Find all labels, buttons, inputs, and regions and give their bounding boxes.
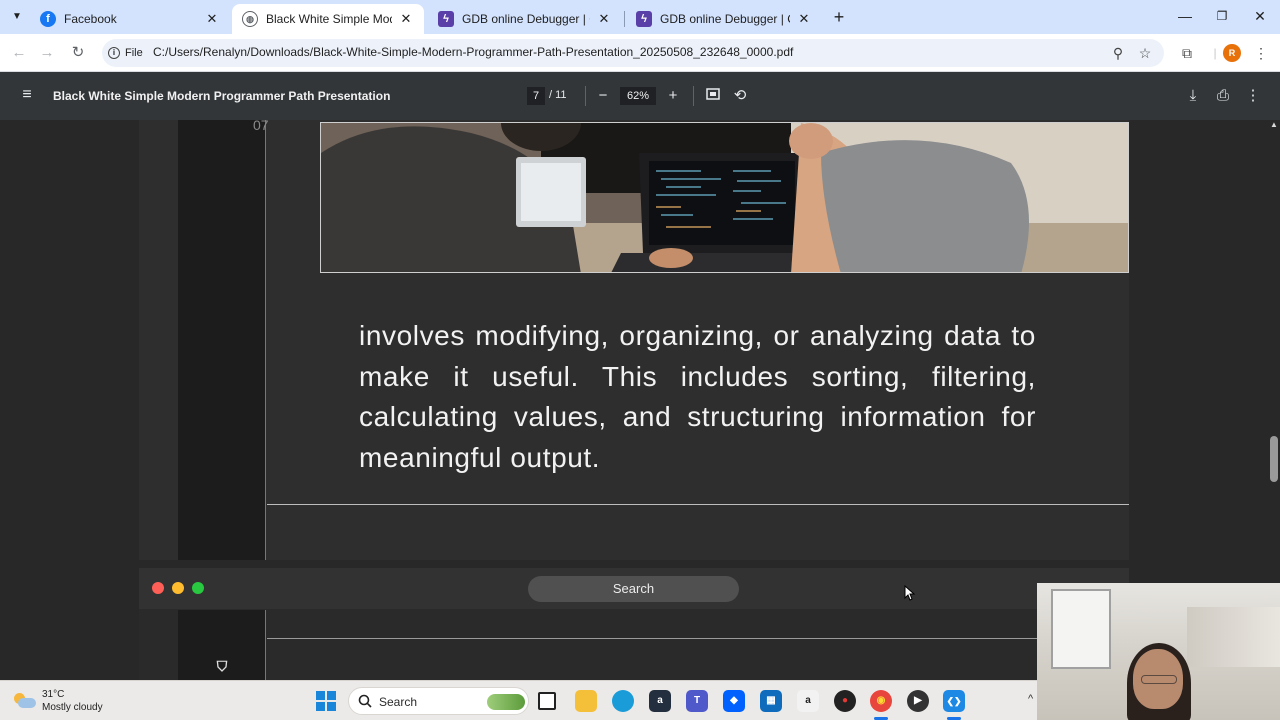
- pdf-toolbar: ≡ Black White Simple Modern Programmer P…: [0, 72, 1280, 120]
- maximize-dot-icon: [192, 582, 204, 594]
- print-icon[interactable]: ⎙: [1213, 86, 1233, 106]
- more-actions-icon[interactable]: ⋮: [1243, 86, 1263, 106]
- new-tab-button[interactable]: +: [830, 7, 848, 27]
- forward-arrow-icon[interactable]: →: [36, 42, 58, 64]
- page-total: / 11: [549, 89, 567, 101]
- close-dot-icon: [152, 582, 164, 594]
- minimize-dot-icon: [172, 582, 184, 594]
- slide-gutter: ⛉: [178, 610, 266, 680]
- windows-start-icon[interactable]: [316, 691, 336, 711]
- site-chip-label: File: [125, 47, 143, 59]
- search-highlight-illustration: [487, 694, 525, 710]
- scrollbar-thumb[interactable]: [1270, 436, 1278, 482]
- weather-condition: Mostly cloudy: [42, 702, 103, 713]
- page-number-input[interactable]: 7: [527, 87, 545, 105]
- task-view-icon[interactable]: [538, 692, 556, 710]
- game-app[interactable]: ●: [834, 690, 856, 712]
- tab-presentation[interactable]: ◍ Black White Simple Modern Pr ✕: [232, 4, 424, 34]
- slide-body-text: involves modifying, organizing, or analy…: [359, 320, 1036, 473]
- file-explorer-app[interactable]: [575, 690, 597, 712]
- site-info-chip[interactable]: i File: [108, 43, 143, 63]
- tab-title: Black White Simple Modern Pr: [266, 12, 392, 26]
- bookmark-star-icon[interactable]: ☆: [1135, 43, 1155, 63]
- store-app[interactable]: ▦: [760, 690, 782, 712]
- weather-temperature: 31°C: [42, 689, 65, 700]
- toolbar-divider: [585, 86, 586, 106]
- hamburger-menu-icon[interactable]: ≡: [18, 86, 36, 104]
- address-bar[interactable]: i File C:/Users/Renalyn/Downloads/Black-…: [102, 39, 1164, 67]
- zoom-magnifier-icon[interactable]: ⚲: [1108, 43, 1128, 63]
- reload-icon[interactable]: ↻: [67, 42, 89, 64]
- url-text[interactable]: C:/Users/Renalyn/Downloads/Black-White-S…: [153, 45, 793, 59]
- slide-page-7: 07 involves modifying, organizing, or an…: [139, 120, 1129, 560]
- chrome-app[interactable]: ◉: [870, 690, 892, 712]
- tray-overflow-chevron-icon[interactable]: ^: [1028, 693, 1033, 705]
- dropbox-app[interactable]: ◆: [723, 690, 745, 712]
- vscode-app[interactable]: ❮❯: [943, 690, 965, 712]
- slide-divider-line: [267, 504, 1129, 505]
- mac-window-bar: Search: [139, 568, 1129, 609]
- mouse-cursor-icon: [904, 585, 916, 601]
- profile-avatar[interactable]: R: [1223, 44, 1241, 62]
- slide-page-8: Search ⛉: [139, 568, 1129, 680]
- windows-taskbar: 31°C Mostly cloudy Search a T ◆ ▦ a ● ◉: [0, 680, 1037, 720]
- restore-icon[interactable]: ❐: [1207, 6, 1237, 26]
- close-icon[interactable]: ✕: [596, 11, 612, 27]
- tab-title: Facebook: [64, 12, 117, 26]
- partly-cloudy-icon: [14, 693, 36, 709]
- tab-gdb-1[interactable]: ϟ GDB online Debugger | Compil ✕: [428, 4, 622, 34]
- rotate-icon[interactable]: ⟲: [730, 86, 750, 106]
- tab-gdb-2[interactable]: ϟ GDB online Debugger | Compil ✕: [626, 4, 822, 34]
- amazon-shop-app[interactable]: a: [797, 690, 819, 712]
- gdb-bolt-icon: ϟ: [438, 11, 454, 27]
- browser-toolbar: ← → ↻ i File C:/Users/Renalyn/Downloads/…: [0, 34, 1280, 72]
- zoom-in-icon[interactable]: +: [663, 86, 683, 106]
- two-programmers-at-laptops-photo: [320, 122, 1129, 273]
- minimize-icon[interactable]: —: [1170, 6, 1200, 26]
- tab-strip: ▼ f Facebook ✕ ◍ Black White Simple Mode…: [0, 0, 1280, 34]
- tab-separator: [624, 11, 625, 27]
- tab-search-chevron-icon[interactable]: ▼: [6, 7, 28, 27]
- webcam-person-glasses: [1141, 675, 1177, 684]
- download-icon[interactable]: ⤓: [1183, 86, 1203, 106]
- scroll-up-arrow-icon[interactable]: ▲: [1268, 120, 1280, 130]
- extensions-puzzle-icon[interactable]: ⧉: [1176, 42, 1198, 64]
- browser-menu-icon[interactable]: ⋮: [1250, 42, 1272, 64]
- media-player-app[interactable]: ▶: [907, 690, 929, 712]
- slide-search-bar: Search: [528, 576, 739, 602]
- tab-title: GDB online Debugger | Compil: [660, 12, 790, 26]
- tab-title: GDB online Debugger | Compil: [462, 12, 590, 26]
- back-arrow-icon[interactable]: ←: [8, 42, 30, 64]
- brand-logo-icon: ⛉: [216, 658, 228, 674]
- zoom-out-icon[interactable]: −: [593, 86, 613, 106]
- webcam-background-shelf: [1187, 607, 1280, 667]
- webcam-overlay: [1037, 583, 1280, 720]
- taskbar-search-box[interactable]: Search: [348, 687, 529, 715]
- taskbar-search-label: Search: [379, 695, 418, 709]
- webcam-background-window: [1051, 589, 1111, 669]
- zoom-level-input[interactable]: 62%: [620, 87, 656, 105]
- weather-widget[interactable]: 31°C Mostly cloudy: [14, 687, 103, 715]
- info-icon: i: [108, 47, 120, 59]
- gdb-bolt-icon: ϟ: [636, 11, 652, 27]
- close-icon[interactable]: ✕: [796, 11, 812, 27]
- window-close-icon[interactable]: ✕: [1245, 6, 1275, 26]
- slide-gutter: 07: [178, 120, 269, 560]
- pdf-title: Black White Simple Modern Programmer Pat…: [53, 89, 391, 103]
- slide-divider-line: [267, 638, 1129, 639]
- close-icon[interactable]: ✕: [398, 11, 414, 27]
- slide-page-label: 07: [253, 120, 269, 133]
- edge-app[interactable]: [612, 690, 634, 712]
- close-icon[interactable]: ✕: [204, 11, 220, 27]
- globe-icon: ◍: [242, 11, 258, 27]
- teams-app[interactable]: T: [686, 690, 708, 712]
- facebook-icon: f: [40, 11, 56, 27]
- amazon-app[interactable]: a: [649, 690, 671, 712]
- search-icon: [358, 694, 372, 708]
- tab-facebook[interactable]: f Facebook ✕: [30, 4, 230, 34]
- toolbar-divider: [693, 86, 694, 106]
- fit-to-page-icon[interactable]: [703, 86, 723, 106]
